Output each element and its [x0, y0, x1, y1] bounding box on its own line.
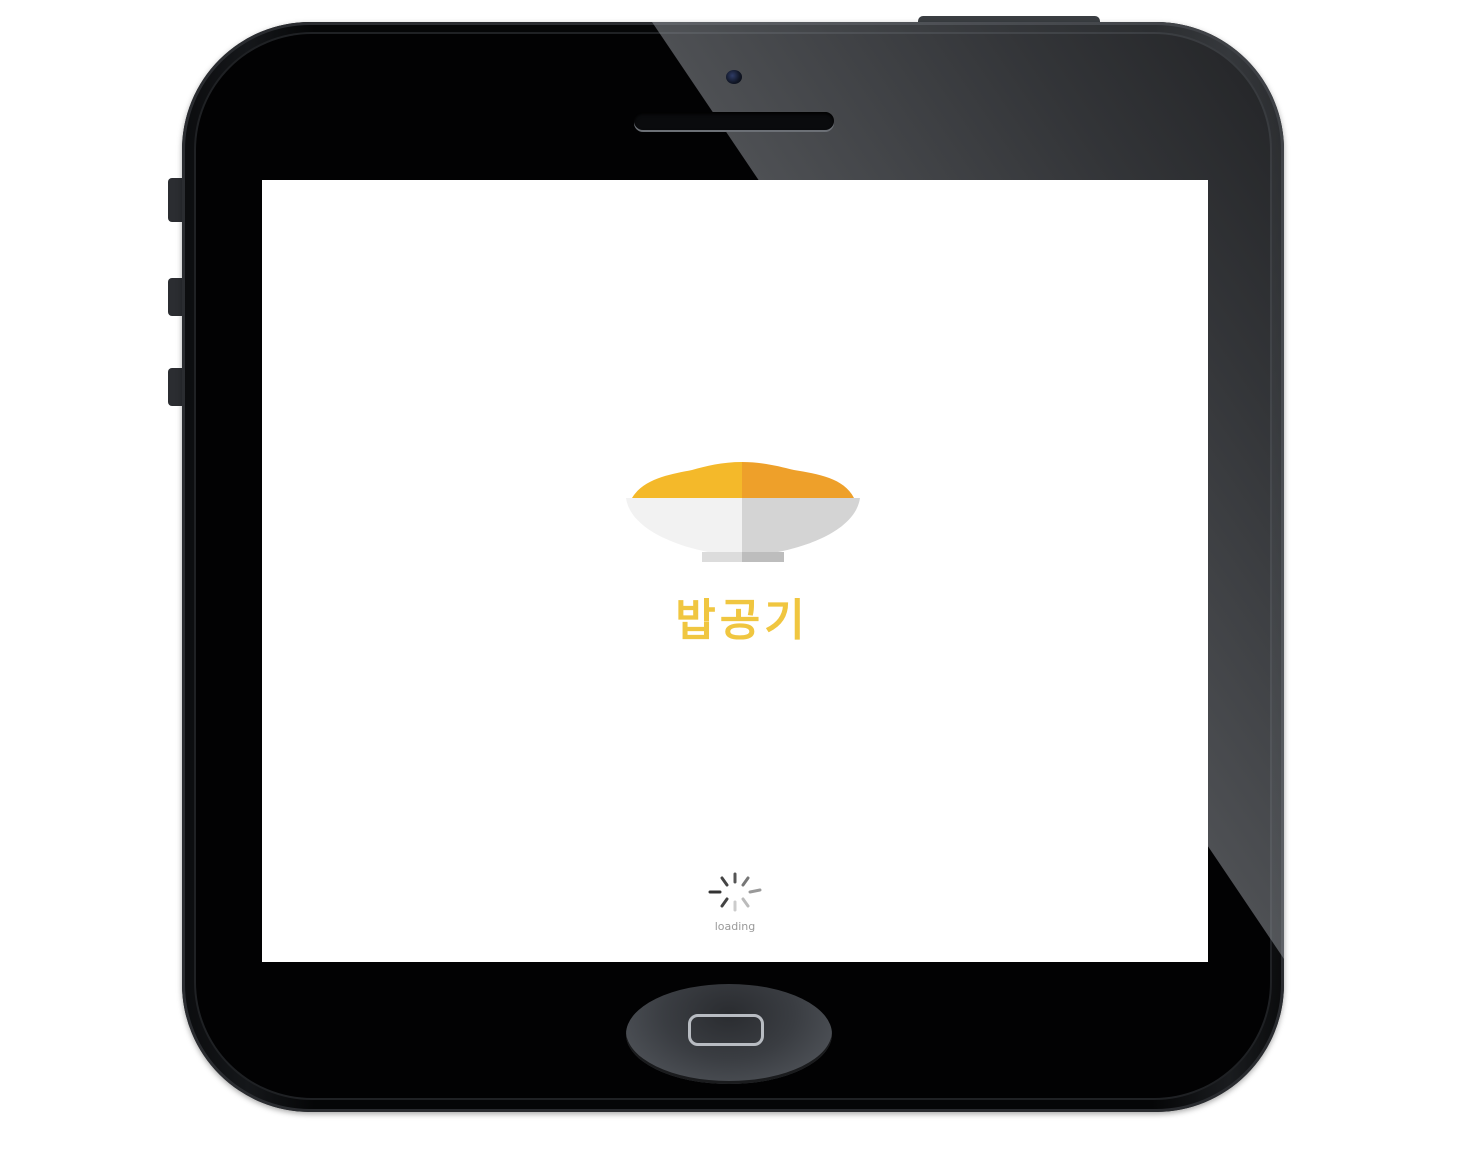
- loading-label: loading: [714, 920, 756, 933]
- phone-frame: 밥공기 loading: [182, 22, 1284, 1112]
- loading-indicator: loading: [685, 870, 785, 933]
- app-title: 밥공기: [675, 595, 809, 646]
- app-logo: 밥공기: [622, 456, 862, 646]
- home-button-icon: [688, 1014, 764, 1046]
- stage: 밥공기 loading: [0, 0, 1472, 1168]
- front-camera-icon: [726, 70, 742, 84]
- earpiece-speaker: [634, 112, 834, 130]
- home-button[interactable]: [626, 984, 832, 1084]
- rice-bowl-icon: [626, 462, 860, 562]
- loading-spinner-icon: [708, 872, 762, 912]
- splash-screen: 밥공기 loading: [262, 180, 1208, 962]
